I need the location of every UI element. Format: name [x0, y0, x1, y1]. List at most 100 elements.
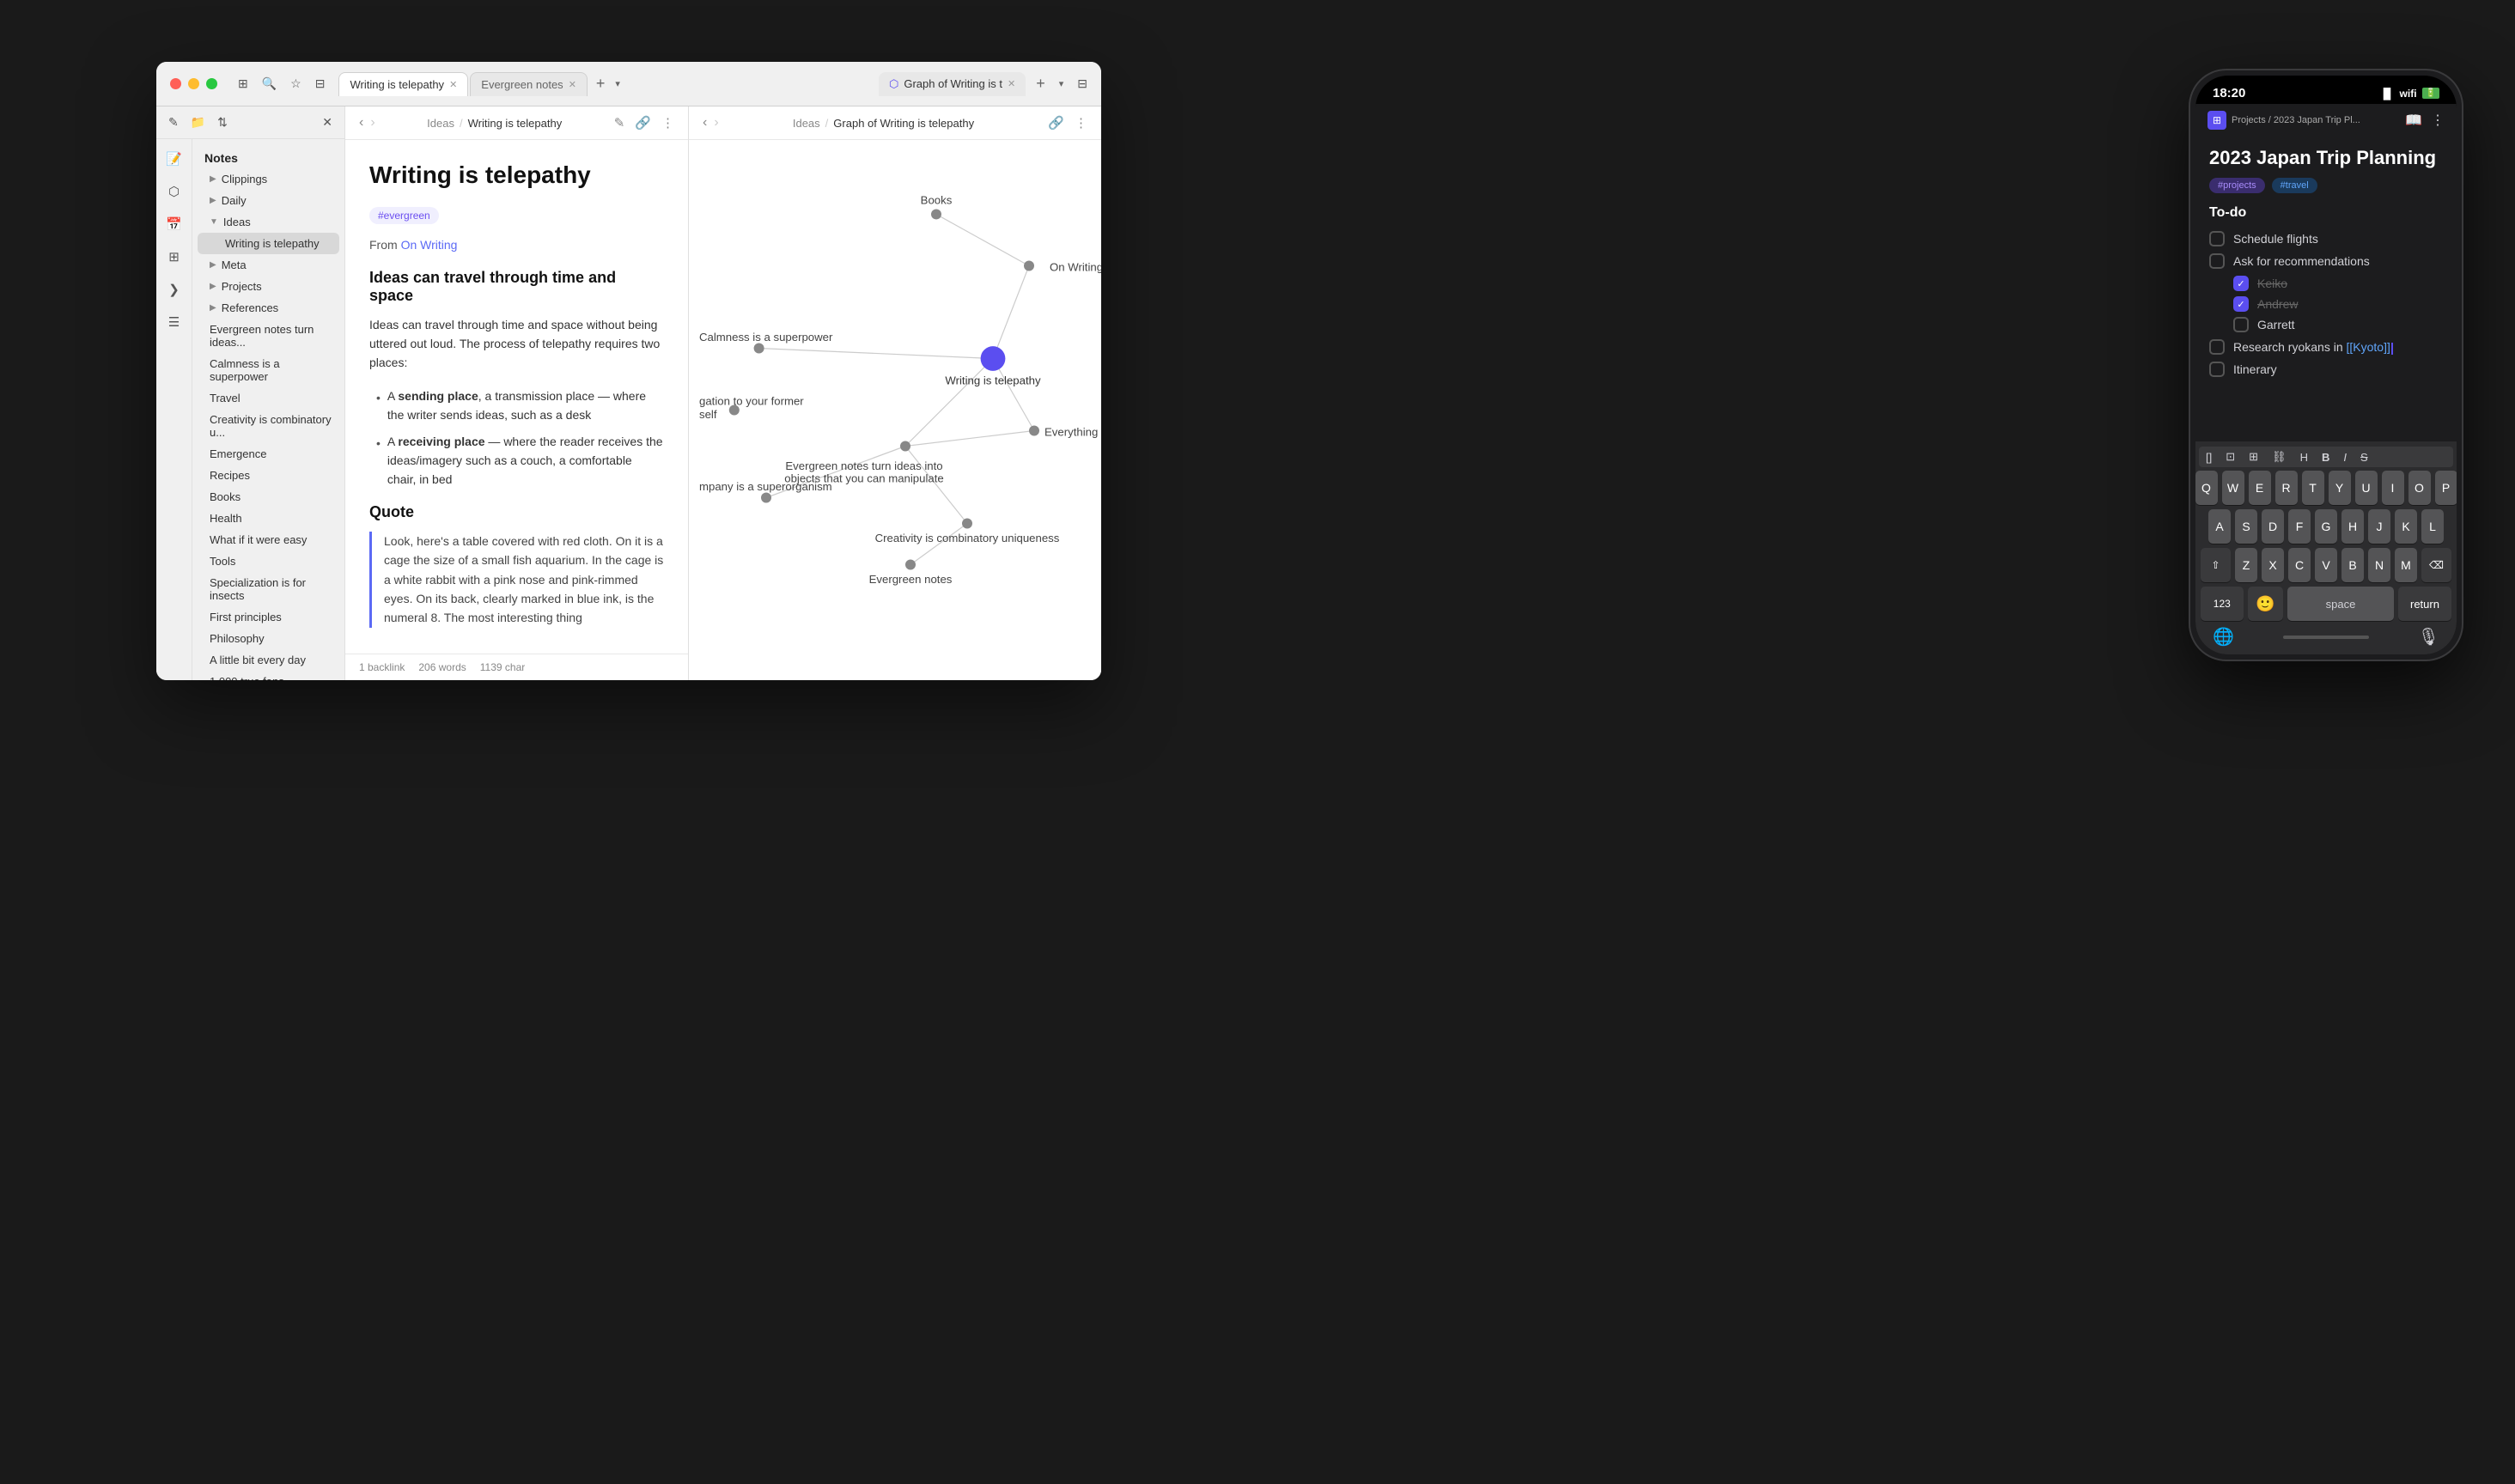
star-icon[interactable]: ☆	[290, 76, 301, 91]
graph-more-icon[interactable]: ⋮	[1075, 115, 1087, 131]
sidebar-item-travel[interactable]: Travel	[192, 387, 344, 409]
key-emoji[interactable]: 🙂	[2248, 587, 2283, 621]
ios-check-item-ryokans[interactable]: Research ryokans in [[Kyoto]]	[2209, 339, 2443, 355]
key-x[interactable]: X	[2262, 548, 2284, 582]
terminal-icon[interactable]: ❯	[168, 282, 180, 297]
key-y[interactable]: Y	[2329, 471, 2351, 505]
more-icon[interactable]: ⋮	[661, 115, 674, 131]
microphone-icon[interactable]: 🎙	[2418, 626, 2439, 648]
sidebar-item-little-bit[interactable]: A little bit every day	[192, 649, 344, 671]
kb-heading-icon[interactable]: H	[2300, 451, 2308, 464]
ios-tag-projects[interactable]: #projects	[2209, 178, 2265, 193]
key-i[interactable]: I	[2382, 471, 2404, 505]
ios-checkbox-andrew[interactable]: ✓	[2233, 296, 2249, 312]
key-a[interactable]: A	[2208, 509, 2231, 544]
ios-checkbox-recs[interactable]	[2209, 253, 2225, 269]
sidebar-item-1000fans[interactable]: 1,000 true fans	[192, 671, 344, 680]
key-l[interactable]: L	[2421, 509, 2444, 544]
edit-icon[interactable]: ✎	[614, 115, 625, 131]
ios-check-item-itinerary[interactable]: Itinerary	[2209, 362, 2443, 377]
kb-tag-icon[interactable]: ⊞	[2249, 450, 2258, 464]
key-h[interactable]: H	[2341, 509, 2364, 544]
ios-checkbox-itinerary[interactable]	[2209, 362, 2225, 377]
graph-tab-chevron[interactable]: ▾	[1056, 75, 1068, 93]
key-v[interactable]: V	[2315, 548, 2337, 582]
key-f[interactable]: F	[2288, 509, 2311, 544]
sidebar-item-clippings[interactable]: ▶ Clippings	[192, 168, 344, 190]
tag-pill[interactable]: #evergreen	[369, 207, 439, 224]
ios-more-icon[interactable]: ⋮	[2431, 112, 2445, 129]
graph-link-icon[interactable]: 🔗	[1048, 115, 1064, 131]
key-g[interactable]: G	[2315, 509, 2337, 544]
kb-table-icon[interactable]: ⊡	[2226, 450, 2235, 464]
key-n[interactable]: N	[2368, 548, 2390, 582]
kb-brackets-icon[interactable]: []	[2206, 451, 2212, 464]
sidebar-item-books[interactable]: Books	[192, 486, 344, 508]
sidebar-item-calmness[interactable]: Calmness is a superpower	[192, 353, 344, 387]
new-folder-icon[interactable]: 📁	[191, 115, 205, 130]
sidebar-item-ideas[interactable]: ▼ Ideas	[192, 211, 344, 233]
backlinks-count[interactable]: 1 backlink	[359, 661, 405, 673]
key-space[interactable]: space	[2287, 587, 2394, 621]
key-k[interactable]: K	[2395, 509, 2417, 544]
calendar-icon[interactable]: 📅	[166, 216, 182, 232]
kb-bold-icon[interactable]: B	[2322, 451, 2329, 464]
sidebar-item-recipes[interactable]: Recipes	[192, 465, 344, 486]
close-button[interactable]	[170, 78, 181, 89]
ios-book-icon[interactable]: 📖	[2405, 112, 2422, 129]
key-return[interactable]: return	[2398, 587, 2451, 621]
key-w[interactable]: W	[2222, 471, 2244, 505]
ios-checkbox-garrett[interactable]	[2233, 317, 2249, 332]
key-p[interactable]: P	[2435, 471, 2457, 505]
sidebar-item-projects[interactable]: ▶ Projects	[192, 276, 344, 297]
kb-link-icon[interactable]: ⛓	[2272, 450, 2287, 464]
ios-check-item-flights[interactable]: Schedule flights	[2209, 231, 2443, 246]
sidebar-item-philosophy[interactable]: Philosophy	[192, 628, 344, 649]
tab-graph[interactable]: ⬡ Graph of Writing is t ✕	[879, 72, 1026, 96]
ios-checkbox-flights[interactable]	[2209, 231, 2225, 246]
window-layout-icon[interactable]: ⊟	[1077, 76, 1087, 91]
tab-add-button[interactable]: +	[589, 71, 612, 96]
from-link[interactable]: On Writing	[401, 238, 458, 252]
ios-app-icon[interactable]: ⊞	[2207, 111, 2226, 130]
back-button[interactable]: ‹	[359, 115, 363, 131]
tab-writing-close[interactable]: ✕	[449, 79, 457, 90]
search-icon[interactable]: 🔍	[262, 76, 277, 91]
ios-check-item-keiko[interactable]: ✓ Keiko	[2233, 276, 2443, 291]
tab-evergreen[interactable]: Evergreen notes ✕	[470, 72, 588, 96]
sidebar-item-tools[interactable]: Tools	[192, 550, 344, 572]
sidebar-item-writing[interactable]: Writing is telepathy	[198, 233, 339, 254]
sidebar-item-health[interactable]: Health	[192, 508, 344, 529]
key-m[interactable]: M	[2395, 548, 2417, 582]
key-delete[interactable]: ⌫	[2421, 548, 2451, 582]
kb-strikethrough-icon[interactable]: S	[2360, 451, 2368, 464]
sidebar-item-first-principles[interactable]: First principles	[192, 606, 344, 628]
key-u[interactable]: U	[2355, 471, 2378, 505]
ios-check-item-recommendations[interactable]: Ask for recommendations	[2209, 253, 2443, 269]
link-icon[interactable]: 🔗	[635, 115, 651, 131]
graph-nav-icon[interactable]: ⬡	[168, 184, 180, 199]
key-c[interactable]: C	[2288, 548, 2311, 582]
tab-evergreen-close[interactable]: ✕	[569, 79, 576, 90]
key-s[interactable]: S	[2235, 509, 2257, 544]
key-b[interactable]: B	[2341, 548, 2364, 582]
graph-content[interactable]: Books On Writing Calmness is a superpowe…	[689, 140, 1101, 680]
minimize-button[interactable]	[188, 78, 199, 89]
bookmark-icon[interactable]: ☰	[168, 314, 180, 330]
ios-checkbox-keiko[interactable]: ✓	[2233, 276, 2249, 291]
sidebar-item-creativity[interactable]: Creativity is combinatory u...	[192, 409, 344, 443]
maximize-button[interactable]	[206, 78, 217, 89]
kb-italic-icon[interactable]: I	[2343, 451, 2347, 464]
layout-icon[interactable]: ⊟	[315, 76, 326, 91]
sidebar-item-evergreen[interactable]: Evergreen notes turn ideas...	[192, 319, 344, 353]
key-shift[interactable]: ⇧	[2201, 548, 2231, 582]
editor-content[interactable]: Writing is telepathy #evergreen From On …	[345, 140, 688, 654]
key-o[interactable]: O	[2408, 471, 2431, 505]
notes-icon[interactable]: 📝	[166, 151, 182, 167]
ios-checkbox-ryokans[interactable]	[2209, 339, 2225, 355]
sidebar-item-meta[interactable]: ▶ Meta	[192, 254, 344, 276]
graph-back-button[interactable]: ‹	[703, 115, 707, 131]
key-q[interactable]: Q	[2195, 471, 2218, 505]
blocks-icon[interactable]: ⊞	[168, 249, 180, 265]
globe-icon[interactable]: 🌐	[2213, 626, 2234, 648]
